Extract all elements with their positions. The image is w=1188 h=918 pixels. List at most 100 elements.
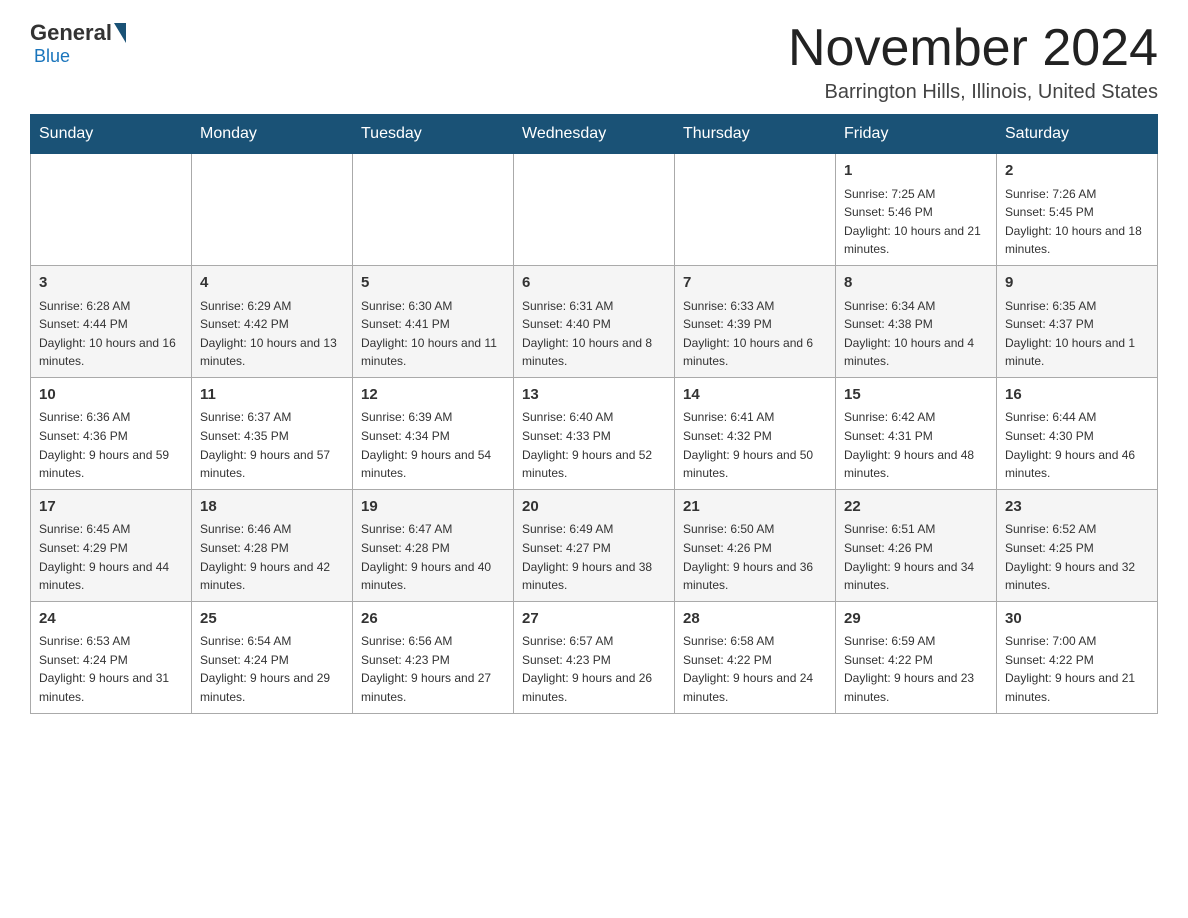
sunrise-text: Sunrise: 6:34 AM [844, 297, 988, 316]
sunset-text: Sunset: 4:22 PM [844, 651, 988, 670]
day-info: Sunrise: 6:58 AMSunset: 4:22 PMDaylight:… [683, 632, 827, 706]
calendar-cell: 1Sunrise: 7:25 AMSunset: 5:46 PMDaylight… [836, 154, 997, 266]
daylight-text: Daylight: 9 hours and 48 minutes. [844, 446, 988, 483]
daylight-text: Daylight: 10 hours and 18 minutes. [1005, 222, 1149, 259]
day-number: 2 [1005, 160, 1149, 183]
sunset-text: Sunset: 4:23 PM [522, 651, 666, 670]
col-tuesday: Tuesday [353, 115, 514, 154]
sunrise-text: Sunrise: 6:54 AM [200, 632, 344, 651]
day-info: Sunrise: 6:46 AMSunset: 4:28 PMDaylight:… [200, 520, 344, 594]
daylight-text: Daylight: 9 hours and 40 minutes. [361, 558, 505, 595]
sunset-text: Sunset: 4:26 PM [683, 539, 827, 558]
week-row-4: 17Sunrise: 6:45 AMSunset: 4:29 PMDayligh… [31, 489, 1158, 601]
day-info: Sunrise: 6:52 AMSunset: 4:25 PMDaylight:… [1005, 520, 1149, 594]
logo-general-text: General [30, 20, 112, 46]
week-row-3: 10Sunrise: 6:36 AMSunset: 4:36 PMDayligh… [31, 377, 1158, 489]
day-info: Sunrise: 6:29 AMSunset: 4:42 PMDaylight:… [200, 297, 344, 371]
calendar-cell: 11Sunrise: 6:37 AMSunset: 4:35 PMDayligh… [192, 377, 353, 489]
calendar-cell: 15Sunrise: 6:42 AMSunset: 4:31 PMDayligh… [836, 377, 997, 489]
sunrise-text: Sunrise: 6:42 AM [844, 408, 988, 427]
daylight-text: Daylight: 9 hours and 29 minutes. [200, 669, 344, 706]
sunset-text: Sunset: 4:24 PM [39, 651, 183, 670]
logo-arrow-icon [114, 23, 126, 43]
day-info: Sunrise: 6:51 AMSunset: 4:26 PMDaylight:… [844, 520, 988, 594]
daylight-text: Daylight: 9 hours and 54 minutes. [361, 446, 505, 483]
day-number: 6 [522, 272, 666, 295]
daylight-text: Daylight: 10 hours and 4 minutes. [844, 334, 988, 371]
calendar-cell: 5Sunrise: 6:30 AMSunset: 4:41 PMDaylight… [353, 266, 514, 378]
month-title: November 2024 [788, 20, 1158, 77]
day-info: Sunrise: 6:45 AMSunset: 4:29 PMDaylight:… [39, 520, 183, 594]
sunrise-text: Sunrise: 6:49 AM [522, 520, 666, 539]
day-info: Sunrise: 7:26 AMSunset: 5:45 PMDaylight:… [1005, 185, 1149, 259]
week-row-1: 1Sunrise: 7:25 AMSunset: 5:46 PMDaylight… [31, 154, 1158, 266]
sunset-text: Sunset: 4:31 PM [844, 427, 988, 446]
day-info: Sunrise: 6:42 AMSunset: 4:31 PMDaylight:… [844, 408, 988, 482]
daylight-text: Daylight: 10 hours and 1 minute. [1005, 334, 1149, 371]
day-info: Sunrise: 6:30 AMSunset: 4:41 PMDaylight:… [361, 297, 505, 371]
sunset-text: Sunset: 4:25 PM [1005, 539, 1149, 558]
calendar-cell [353, 154, 514, 266]
day-number: 8 [844, 272, 988, 295]
calendar-cell: 24Sunrise: 6:53 AMSunset: 4:24 PMDayligh… [31, 601, 192, 713]
daylight-text: Daylight: 10 hours and 21 minutes. [844, 222, 988, 259]
calendar-cell: 29Sunrise: 6:59 AMSunset: 4:22 PMDayligh… [836, 601, 997, 713]
daylight-text: Daylight: 9 hours and 24 minutes. [683, 669, 827, 706]
daylight-text: Daylight: 9 hours and 44 minutes. [39, 558, 183, 595]
calendar-cell: 28Sunrise: 6:58 AMSunset: 4:22 PMDayligh… [675, 601, 836, 713]
calendar-cell: 21Sunrise: 6:50 AMSunset: 4:26 PMDayligh… [675, 489, 836, 601]
location-text: Barrington Hills, Illinois, United State… [788, 81, 1158, 104]
daylight-text: Daylight: 9 hours and 50 minutes. [683, 446, 827, 483]
sunrise-text: Sunrise: 6:44 AM [1005, 408, 1149, 427]
day-number: 17 [39, 496, 183, 519]
day-number: 13 [522, 384, 666, 407]
sunrise-text: Sunrise: 6:28 AM [39, 297, 183, 316]
day-number: 19 [361, 496, 505, 519]
sunrise-text: Sunrise: 6:29 AM [200, 297, 344, 316]
day-info: Sunrise: 6:50 AMSunset: 4:26 PMDaylight:… [683, 520, 827, 594]
daylight-text: Daylight: 9 hours and 36 minutes. [683, 558, 827, 595]
day-info: Sunrise: 6:47 AMSunset: 4:28 PMDaylight:… [361, 520, 505, 594]
day-number: 7 [683, 272, 827, 295]
logo: General Blue [30, 20, 128, 67]
sunset-text: Sunset: 4:44 PM [39, 315, 183, 334]
week-row-5: 24Sunrise: 6:53 AMSunset: 4:24 PMDayligh… [31, 601, 1158, 713]
daylight-text: Daylight: 9 hours and 23 minutes. [844, 669, 988, 706]
sunset-text: Sunset: 4:41 PM [361, 315, 505, 334]
sunrise-text: Sunrise: 6:46 AM [200, 520, 344, 539]
day-info: Sunrise: 6:39 AMSunset: 4:34 PMDaylight:… [361, 408, 505, 482]
daylight-text: Daylight: 10 hours and 11 minutes. [361, 334, 505, 371]
daylight-text: Daylight: 9 hours and 21 minutes. [1005, 669, 1149, 706]
sunrise-text: Sunrise: 6:58 AM [683, 632, 827, 651]
calendar-cell: 9Sunrise: 6:35 AMSunset: 4:37 PMDaylight… [997, 266, 1158, 378]
day-info: Sunrise: 7:00 AMSunset: 4:22 PMDaylight:… [1005, 632, 1149, 706]
header-row: Sunday Monday Tuesday Wednesday Thursday… [31, 115, 1158, 154]
sunset-text: Sunset: 4:36 PM [39, 427, 183, 446]
day-number: 21 [683, 496, 827, 519]
calendar-cell: 26Sunrise: 6:56 AMSunset: 4:23 PMDayligh… [353, 601, 514, 713]
day-info: Sunrise: 6:28 AMSunset: 4:44 PMDaylight:… [39, 297, 183, 371]
day-number: 22 [844, 496, 988, 519]
day-info: Sunrise: 6:34 AMSunset: 4:38 PMDaylight:… [844, 297, 988, 371]
calendar-cell: 17Sunrise: 6:45 AMSunset: 4:29 PMDayligh… [31, 489, 192, 601]
daylight-text: Daylight: 9 hours and 26 minutes. [522, 669, 666, 706]
sunrise-text: Sunrise: 6:50 AM [683, 520, 827, 539]
calendar-cell: 13Sunrise: 6:40 AMSunset: 4:33 PMDayligh… [514, 377, 675, 489]
daylight-text: Daylight: 10 hours and 16 minutes. [39, 334, 183, 371]
day-info: Sunrise: 6:53 AMSunset: 4:24 PMDaylight:… [39, 632, 183, 706]
calendar-cell: 10Sunrise: 6:36 AMSunset: 4:36 PMDayligh… [31, 377, 192, 489]
day-number: 9 [1005, 272, 1149, 295]
sunset-text: Sunset: 4:42 PM [200, 315, 344, 334]
day-number: 27 [522, 608, 666, 631]
sunset-text: Sunset: 4:27 PM [522, 539, 666, 558]
daylight-text: Daylight: 9 hours and 59 minutes. [39, 446, 183, 483]
day-number: 12 [361, 384, 505, 407]
day-info: Sunrise: 6:59 AMSunset: 4:22 PMDaylight:… [844, 632, 988, 706]
daylight-text: Daylight: 10 hours and 13 minutes. [200, 334, 344, 371]
calendar-cell: 7Sunrise: 6:33 AMSunset: 4:39 PMDaylight… [675, 266, 836, 378]
day-number: 20 [522, 496, 666, 519]
sunset-text: Sunset: 4:24 PM [200, 651, 344, 670]
daylight-text: Daylight: 9 hours and 32 minutes. [1005, 558, 1149, 595]
col-wednesday: Wednesday [514, 115, 675, 154]
calendar-cell [514, 154, 675, 266]
